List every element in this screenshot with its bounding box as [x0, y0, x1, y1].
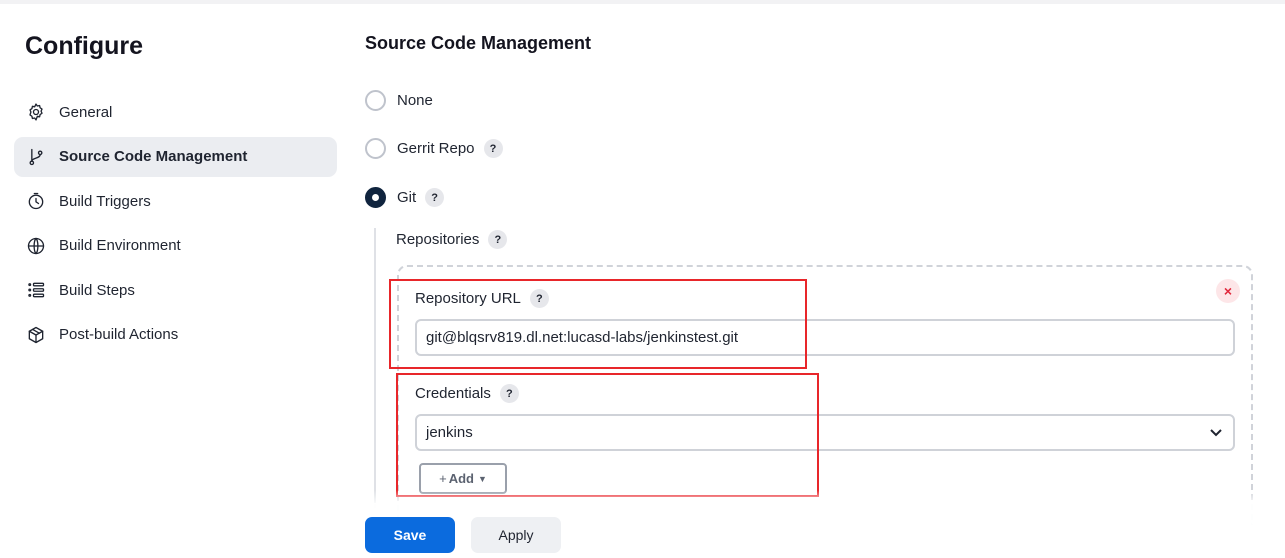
section-title: Source Code Management [365, 33, 592, 53]
sidebar-nav: General Source Code Management Build Tri… [14, 92, 337, 360]
sidebar: Configure General Source Code Management… [0, 0, 345, 558]
sidebar-item-source-code-management[interactable]: Source Code Management [14, 136, 337, 177]
page-title: Configure [25, 32, 144, 60]
sidebar-item-label: Build Triggers [59, 192, 151, 210]
bottom-action-bar [0, 503, 1285, 558]
package-icon [26, 325, 46, 345]
annotation-box-repository-url [389, 279, 807, 369]
radio-git[interactable] [365, 187, 386, 208]
help-icon[interactable]: ? [425, 188, 445, 207]
sidebar-item-build-steps[interactable]: Build Steps [14, 270, 337, 310]
sidebar-item-label: Post-build Actions [59, 326, 179, 344]
remove-repository-button[interactable]: × [1216, 279, 1240, 303]
timer-icon [26, 191, 46, 211]
radio-label: Git [397, 189, 417, 206]
help-icon[interactable]: ? [488, 230, 508, 249]
sidebar-item-label: Source Code Management [59, 148, 248, 166]
list-icon [26, 280, 46, 300]
globe-icon [26, 236, 46, 256]
chevron-down-icon [1209, 425, 1223, 439]
sidebar-item-build-triggers[interactable]: Build Triggers [14, 181, 337, 221]
git-branch-icon [26, 147, 46, 167]
scm-option-none[interactable]: None [365, 90, 433, 111]
radio-label: None [397, 92, 433, 109]
radio-gerrit-repo[interactable] [365, 138, 386, 159]
repositories-label-text: Repositories [396, 231, 480, 248]
sidebar-item-label: Build Environment [59, 237, 181, 255]
sidebar-item-build-environment[interactable]: Build Environment [14, 226, 337, 266]
sidebar-item-label: Build Steps [59, 281, 135, 299]
repositories-label: Repositories ? [396, 230, 508, 249]
radio-label: Gerrit Repo [397, 140, 475, 157]
sidebar-item-label: General [59, 103, 113, 121]
bottom-shade [0, 490, 1285, 504]
scm-option-git[interactable]: Git ? [365, 187, 445, 208]
annotation-box-credentials [396, 373, 819, 497]
save-button[interactable]: Save [365, 517, 455, 553]
apply-button[interactable]: Apply [471, 517, 561, 553]
scm-option-gerrit-repo[interactable]: Gerrit Repo ? [365, 138, 503, 159]
radio-none[interactable] [365, 90, 386, 111]
sidebar-item-post-build-actions[interactable]: Post-build Actions [14, 315, 337, 355]
gear-icon [26, 102, 46, 122]
help-icon[interactable]: ? [483, 139, 503, 158]
sidebar-item-general[interactable]: General [14, 92, 337, 132]
